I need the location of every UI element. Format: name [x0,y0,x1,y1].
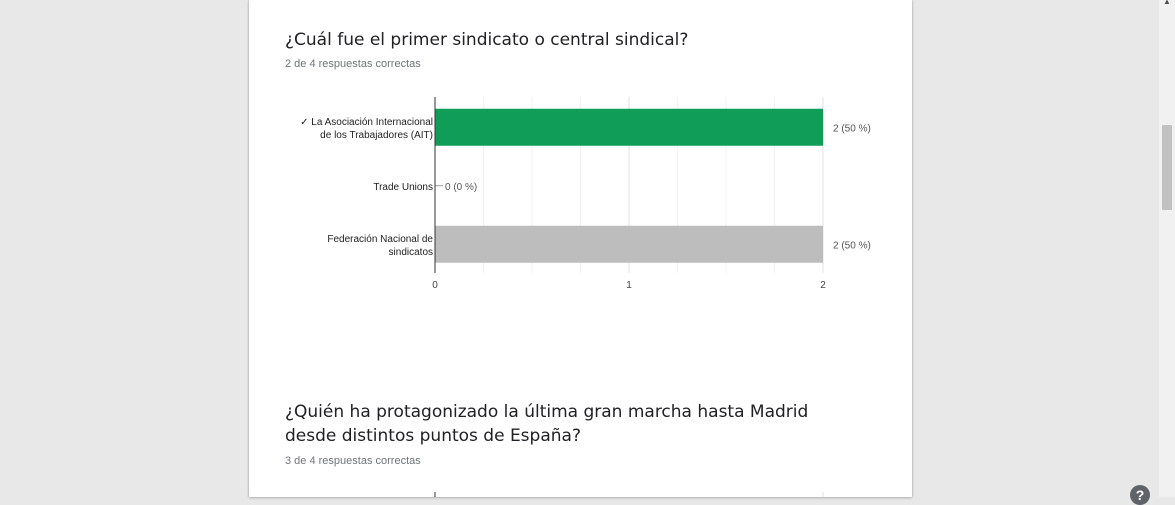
answers-bar-chart: 2 (50 %) ✓ La Asociación Internacional de … [300,97,871,291]
category-label: sindicatos [389,247,433,258]
category-label: Trade Unions [373,182,433,193]
vertical-scrollbar[interactable]: ▲ [1159,0,1175,497]
x-tick-label: 2 [820,280,826,291]
scroll-thumb[interactable] [1162,125,1172,210]
question-title-2: ¿Quién ha protagonizado la última gran m… [285,402,809,446]
correct-count-2: 3 de 4 respuestas correctas [285,455,421,467]
x-tick-label: 1 [626,280,632,291]
help-icon[interactable]: ? [1130,485,1150,505]
data-label: 2 (50 %) [833,240,871,251]
data-label: 0 (0 %) [445,182,477,193]
scroll-up-icon[interactable]: ▲ [1162,0,1172,6]
category-label: de los Trabajadores (AIT) [320,130,433,141]
results-card: ¿Cuál fue el primer sindicato o central … [249,0,912,497]
category-label: Federación Nacional de [327,234,433,245]
category-label: ✓ La Asociación Internacional [300,117,433,128]
bar [435,225,823,263]
bar [435,108,823,146]
data-label: 2 (50 %) [833,123,871,134]
x-tick-label: 0 [432,280,438,291]
